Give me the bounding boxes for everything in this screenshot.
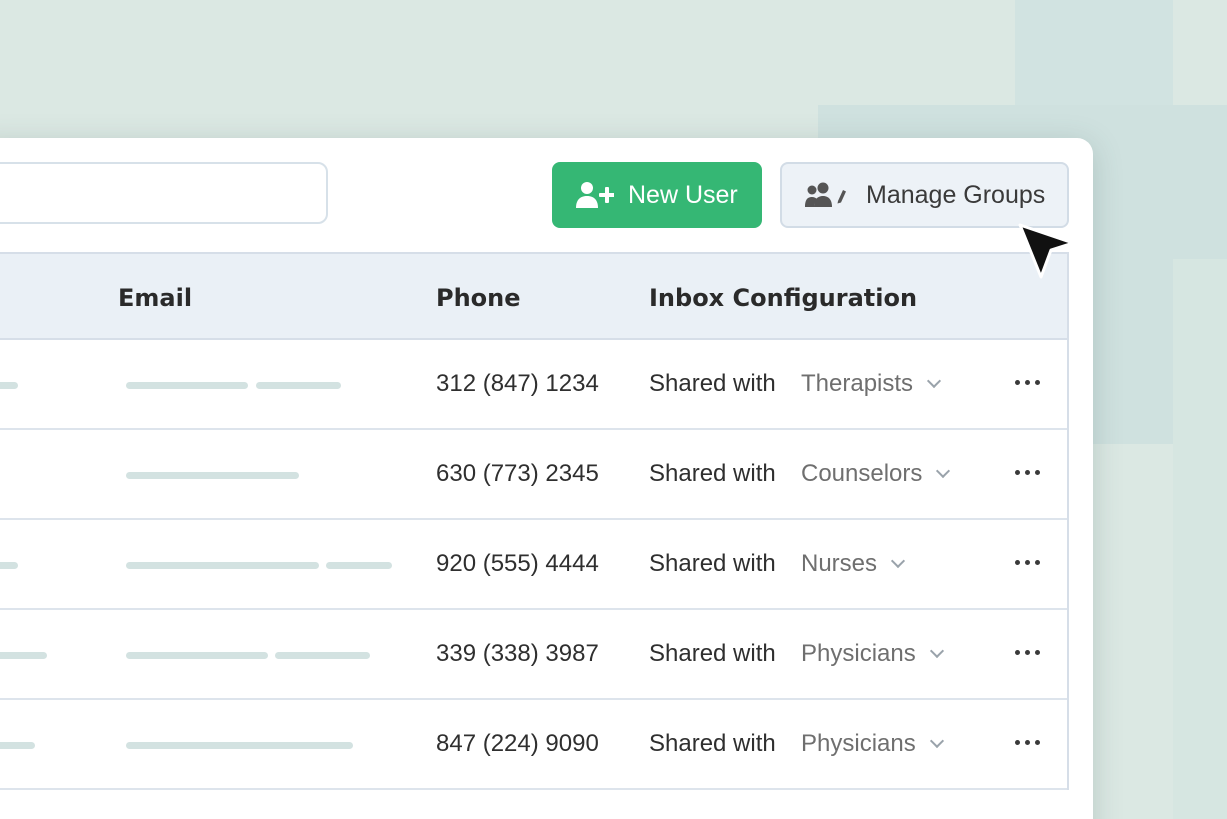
- more-horizontal-icon[interactable]: [1013, 552, 1042, 573]
- table-row[interactable]: 847 (224) 9090 Shared with Physicians: [0, 700, 1067, 790]
- phone-cell: 920 (555) 4444: [436, 550, 599, 577]
- column-header-inbox-configuration[interactable]: Inbox Configuration: [649, 284, 917, 312]
- group-select[interactable]: Physicians: [801, 640, 944, 668]
- redacted-name-bar: [0, 382, 18, 389]
- group-select-value: Physicians: [801, 640, 916, 667]
- group-select[interactable]: Nurses: [801, 550, 906, 578]
- table-header: Email Phone Inbox Configuration: [0, 252, 1067, 340]
- redacted-email-bar: [126, 472, 299, 479]
- table-row[interactable]: 339 (338) 3987 Shared with Physicians: [0, 610, 1067, 700]
- chevron-down-icon: [926, 373, 942, 389]
- redacted-email-bar: [126, 382, 248, 389]
- column-header-phone[interactable]: Phone: [436, 284, 521, 312]
- redacted-email-bar: [256, 382, 341, 389]
- more-horizontal-icon[interactable]: [1013, 642, 1042, 663]
- redacted-name-bar: [0, 742, 35, 749]
- group-select-value: Nurses: [801, 550, 878, 577]
- column-header-email[interactable]: Email: [118, 284, 192, 312]
- chevron-down-icon: [929, 733, 944, 749]
- phone-cell: 630 (773) 2345: [436, 460, 599, 487]
- redacted-email-bar: [126, 742, 353, 749]
- redacted-email-bar: [275, 652, 370, 659]
- group-select-value: Physicians: [801, 730, 916, 757]
- more-horizontal-icon[interactable]: [1013, 732, 1042, 753]
- group-select[interactable]: Counselors: [801, 460, 951, 488]
- mouse-cursor-icon: [1017, 222, 1077, 289]
- phone-cell: 847 (224) 9090: [436, 730, 599, 757]
- shared-with-label: Shared with: [649, 550, 776, 577]
- shared-with-label: Shared with: [649, 460, 776, 487]
- new-user-button[interactable]: New User: [552, 162, 762, 228]
- table-row[interactable]: 312 (847) 1234 Shared with Therapists: [0, 340, 1067, 430]
- phone-cell: 339 (338) 3987: [436, 640, 599, 667]
- shared-with-label: Shared with: [649, 370, 776, 397]
- redacted-name-bar: [0, 562, 18, 569]
- background-block: [1173, 259, 1227, 819]
- manage-groups-button[interactable]: Manage Groups: [780, 162, 1069, 228]
- users-edit-icon: [804, 181, 846, 209]
- table-row[interactable]: 630 (773) 2345 Shared with Counselors: [0, 430, 1067, 520]
- more-horizontal-icon[interactable]: [1013, 372, 1042, 393]
- users-table: Email Phone Inbox Configuration 312 (847…: [0, 252, 1069, 790]
- redacted-email-bar: [126, 562, 319, 569]
- shared-with-label: Shared with: [649, 730, 776, 757]
- phone-cell: 312 (847) 1234: [436, 370, 599, 397]
- background-block: [1093, 259, 1173, 444]
- more-horizontal-icon[interactable]: [1013, 462, 1042, 483]
- table-row[interactable]: 920 (555) 4444 Shared with Nurses: [0, 520, 1067, 610]
- redacted-email-bar: [126, 652, 268, 659]
- manage-groups-label: Manage Groups: [866, 180, 1046, 209]
- user-plus-icon: [576, 181, 614, 209]
- search-input[interactable]: [0, 162, 328, 224]
- chevron-down-icon: [936, 463, 951, 479]
- redacted-name-bar: [0, 652, 47, 659]
- redacted-email-bar: [326, 562, 392, 569]
- group-select-value: Counselors: [801, 460, 923, 487]
- new-user-label: New User: [628, 180, 738, 209]
- group-select[interactable]: Therapists: [801, 370, 942, 398]
- background-block: [1015, 0, 1173, 105]
- group-select-value: Therapists: [801, 370, 914, 397]
- chevron-down-icon: [890, 553, 906, 569]
- shared-with-label: Shared with: [649, 640, 776, 667]
- users-panel: New User Manage Groups Email Phone Inbox…: [0, 138, 1093, 819]
- chevron-down-icon: [929, 643, 944, 659]
- group-select[interactable]: Physicians: [801, 730, 944, 758]
